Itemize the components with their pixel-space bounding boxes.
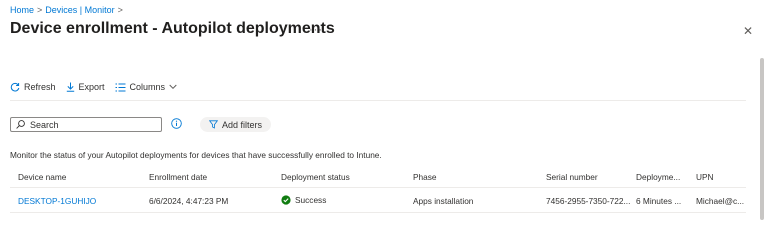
command-bar: Refresh Export Columns bbox=[10, 80, 191, 94]
info-icon[interactable] bbox=[171, 118, 182, 129]
column-header-deployment-status[interactable]: Deployment status bbox=[281, 172, 350, 182]
breadcrumb-home[interactable]: Home bbox=[10, 5, 34, 15]
columns-label: Columns bbox=[129, 82, 166, 92]
deployment-status-cell: Success bbox=[281, 195, 326, 205]
export-button[interactable]: Export bbox=[66, 82, 105, 92]
table-header-divider bbox=[10, 187, 746, 188]
breadcrumb: Home > Devices | Monitor > bbox=[10, 5, 126, 15]
vertical-scrollbar[interactable] bbox=[760, 58, 764, 220]
breadcrumb-separator: > bbox=[37, 5, 43, 15]
download-icon bbox=[66, 82, 74, 92]
more-options-button[interactable]: ··· bbox=[309, 24, 323, 36]
toolbar-divider bbox=[10, 100, 746, 101]
columns-icon bbox=[115, 83, 126, 91]
close-icon[interactable]: ✕ bbox=[743, 24, 753, 38]
deployment-status-label: Success bbox=[295, 195, 327, 205]
add-filters-label: Add filters bbox=[222, 119, 263, 130]
column-header-enrollment-date[interactable]: Enrollment date bbox=[149, 172, 207, 182]
add-filters-button[interactable]: Add filters bbox=[200, 117, 272, 132]
filter-icon bbox=[209, 120, 218, 129]
phase-cell: Apps installation bbox=[413, 196, 474, 206]
upn-cell: Michael@c... bbox=[696, 196, 745, 206]
success-icon bbox=[281, 195, 291, 205]
table-row-divider bbox=[10, 212, 746, 213]
serial-number-cell: 7456-2955-7350-722... bbox=[546, 196, 631, 206]
chevron-down-icon bbox=[169, 84, 177, 90]
device-name-link[interactable]: DESKTOP-1GUHIJO bbox=[18, 196, 96, 206]
enrollment-date-cell: 6/6/2024, 4:47:23 PM bbox=[149, 196, 229, 206]
column-header-deployment-time[interactable]: Deployme... bbox=[636, 172, 680, 182]
breadcrumb-devices-monitor[interactable]: Devices | Monitor bbox=[45, 5, 114, 15]
deployment-time-cell: 6 Minutes ... bbox=[636, 196, 682, 206]
refresh-icon bbox=[10, 82, 20, 92]
columns-button[interactable]: Columns bbox=[115, 82, 182, 92]
column-header-serial-number[interactable]: Serial number bbox=[546, 172, 598, 182]
breadcrumb-separator: > bbox=[117, 5, 123, 15]
refresh-button[interactable]: Refresh bbox=[10, 82, 56, 92]
export-label: Export bbox=[78, 82, 105, 92]
description-text: Monitor the status of your Autopilot dep… bbox=[10, 150, 382, 160]
search-input[interactable] bbox=[30, 119, 150, 130]
column-header-device-name[interactable]: Device name bbox=[18, 172, 66, 182]
search-box[interactable] bbox=[10, 117, 162, 132]
search-icon bbox=[16, 120, 25, 129]
column-header-phase[interactable]: Phase bbox=[413, 172, 437, 182]
page-title: Device enrollment - Autopilot deployment… bbox=[10, 20, 335, 37]
column-header-upn[interactable]: UPN bbox=[696, 172, 714, 182]
refresh-label: Refresh bbox=[24, 82, 56, 92]
